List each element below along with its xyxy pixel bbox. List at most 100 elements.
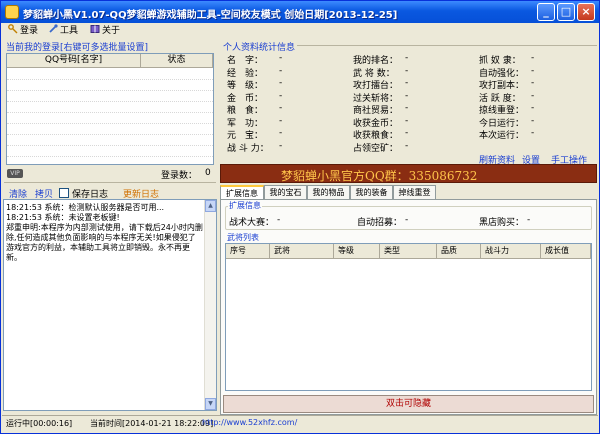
column-header[interactable]: 武将	[270, 244, 334, 259]
banner-text: 梦貂蝉小黑官方QQ群：335086732	[281, 169, 478, 183]
stat-value: -	[279, 90, 283, 101]
status-column-header[interactable]: 状态	[141, 54, 213, 68]
key-icon	[8, 24, 18, 34]
app-icon	[5, 5, 19, 19]
stat-label: 军 功：	[227, 118, 264, 129]
account-list[interactable]: QQ号码[名字] 状态	[6, 53, 214, 165]
log-line: 新。	[6, 253, 22, 262]
stat-label: 商社贸易：	[353, 106, 399, 116]
list-row[interactable]	[7, 114, 213, 124]
list-row[interactable]	[7, 81, 213, 91]
stat-label: 过关斩将：	[353, 93, 399, 104]
menu-login[interactable]: 登录	[8, 24, 38, 38]
stat-label: 占领空矿：	[353, 143, 399, 154]
qq-group-banner: 梦貂蝉小黑官方QQ群：335086732	[220, 164, 597, 183]
tab-extended-info[interactable]: 扩展信息	[220, 185, 264, 200]
stat-value: -	[531, 53, 535, 63]
vip-badge: VIP	[7, 169, 23, 178]
log-line: 郑重申明:本程序为内部测试使用，请下载后24小时内删	[6, 223, 203, 232]
stat-value: -	[531, 78, 535, 88]
auto-recruit-value: -	[405, 215, 409, 225]
list-row[interactable]	[7, 125, 213, 135]
stat-label: 抓 奴 隶：	[479, 56, 521, 66]
maximize-button[interactable]: □	[557, 3, 575, 21]
stats-title: 个人资料统计信息	[223, 43, 296, 53]
shop-purchase-label: 黑店购买：	[479, 218, 525, 228]
shop-purchase-value: -	[527, 215, 531, 225]
column-header[interactable]: 序号	[226, 244, 270, 259]
stat-label: 我的排名：	[353, 56, 399, 66]
stat-value: -	[405, 115, 409, 126]
stat-label: 今日运行：	[479, 118, 525, 129]
divider	[297, 45, 597, 46]
stat-value: -	[279, 65, 283, 76]
login-count-value: 0	[205, 168, 211, 178]
menu-login-label: 登录	[20, 26, 39, 36]
stat-value: -	[279, 140, 283, 151]
extended-info-title: 扩展信息	[228, 200, 262, 211]
website-link[interactable]: http://www.52xhfz.com/	[202, 418, 297, 427]
column-header[interactable]: 成长值	[541, 244, 591, 259]
stat-label: 等 级：	[227, 81, 264, 91]
stat-label: 金 币：	[227, 93, 264, 104]
close-button[interactable]: ×	[577, 3, 595, 21]
list-row[interactable]	[7, 92, 213, 102]
window-title: 梦貂蝉小黑V1.07-QQ梦貂蝉游戏辅助工具-空间校友模式 创始日期[2013-…	[23, 10, 398, 21]
list-row[interactable]	[7, 136, 213, 146]
save-log-checkbox[interactable]	[59, 188, 69, 198]
stat-value: -	[531, 128, 535, 138]
log-line: 18:21:53 系统：未设置老板键!	[6, 213, 120, 222]
tab-items[interactable]: 我的物品	[307, 185, 350, 199]
double-click-hide-button[interactable]: 双击可隐藏	[223, 395, 594, 413]
stat-value: -	[279, 53, 283, 63]
tab-gems[interactable]: 我的宝石	[264, 185, 307, 199]
divider	[4, 182, 216, 183]
stat-value: -	[405, 90, 409, 101]
stat-label: 收获金币：	[353, 118, 399, 129]
stat-value: -	[279, 103, 283, 113]
stat-value: -	[405, 65, 409, 76]
stat-value: -	[405, 140, 409, 151]
tactics-contest-value: -	[277, 215, 281, 225]
menu-tools-label: 工具	[60, 26, 79, 36]
scroll-down-icon[interactable]: ▼	[205, 398, 216, 410]
log-textarea[interactable]: 18:21:53 系统：检测默认服务器是否可用... 18:21:53 系统：未…	[3, 199, 217, 411]
stat-label: 收获粮食：	[353, 131, 399, 141]
account-column-header[interactable]: QQ号码[名字]	[7, 54, 141, 68]
stat-value: -	[531, 90, 535, 101]
stat-value: -	[405, 78, 409, 88]
tab-equipment[interactable]: 我的装备	[350, 185, 393, 199]
list-row[interactable]	[7, 103, 213, 113]
book-icon	[90, 25, 100, 33]
menu-about[interactable]: 关于	[90, 24, 120, 38]
stat-value: -	[531, 115, 535, 126]
stat-label: 攻打副本：	[479, 81, 525, 91]
log-line: 除,任何造成其他负面影响的与本程序无关!如果侵犯了	[6, 233, 196, 242]
running-timer: 运行中[00:00:16]	[6, 419, 73, 428]
generals-list-title: 武将列表	[226, 232, 260, 243]
column-header[interactable]: 类型	[380, 244, 437, 259]
app-window: 梦貂蝉小黑V1.07-QQ梦貂蝉游戏辅助工具-空间校友模式 创始日期[2013-…	[0, 0, 600, 434]
stat-value: -	[405, 128, 409, 138]
scroll-up-icon[interactable]: ▲	[205, 200, 216, 212]
column-header[interactable]: 战斗力	[481, 244, 541, 259]
stat-value: -	[279, 128, 283, 138]
account-list-title: 当前我的登录[右键可多选批量设置]	[6, 43, 149, 53]
generals-table[interactable]: 序号 武将 等级 类型 品质 战斗力 成长值	[225, 243, 592, 391]
column-header[interactable]: 等级	[334, 244, 380, 259]
minimize-button[interactable]: _	[537, 3, 555, 21]
stat-label: 掠线重登：	[479, 106, 525, 116]
menu-tools[interactable]: 工具	[48, 24, 78, 38]
column-header[interactable]: 品质	[437, 244, 481, 259]
tab-panel: 扩展信息 战术大赛： - 自动招募： - 黑店购买： - 武将列表 序号 武将 …	[220, 199, 597, 415]
stat-label: 攻打擂台：	[353, 81, 399, 91]
status-bar: 运行中[00:00:16] 当前时间[2014-01-21 18:22:09] …	[2, 415, 598, 433]
list-row[interactable]	[7, 147, 213, 157]
title-bar[interactable]: 梦貂蝉小黑V1.07-QQ梦貂蝉游戏辅助工具-空间校友模式 创始日期[2013-…	[1, 1, 599, 23]
list-row[interactable]	[7, 70, 213, 80]
login-count-label: 登录数：	[161, 171, 198, 181]
log-scrollbar[interactable]: ▲ ▼	[204, 200, 216, 410]
menu-bar: 登录 工具 关于	[2, 23, 598, 39]
tab-reconnect[interactable]: 掉线重登	[393, 185, 436, 199]
stat-label: 粮 食：	[227, 106, 264, 116]
